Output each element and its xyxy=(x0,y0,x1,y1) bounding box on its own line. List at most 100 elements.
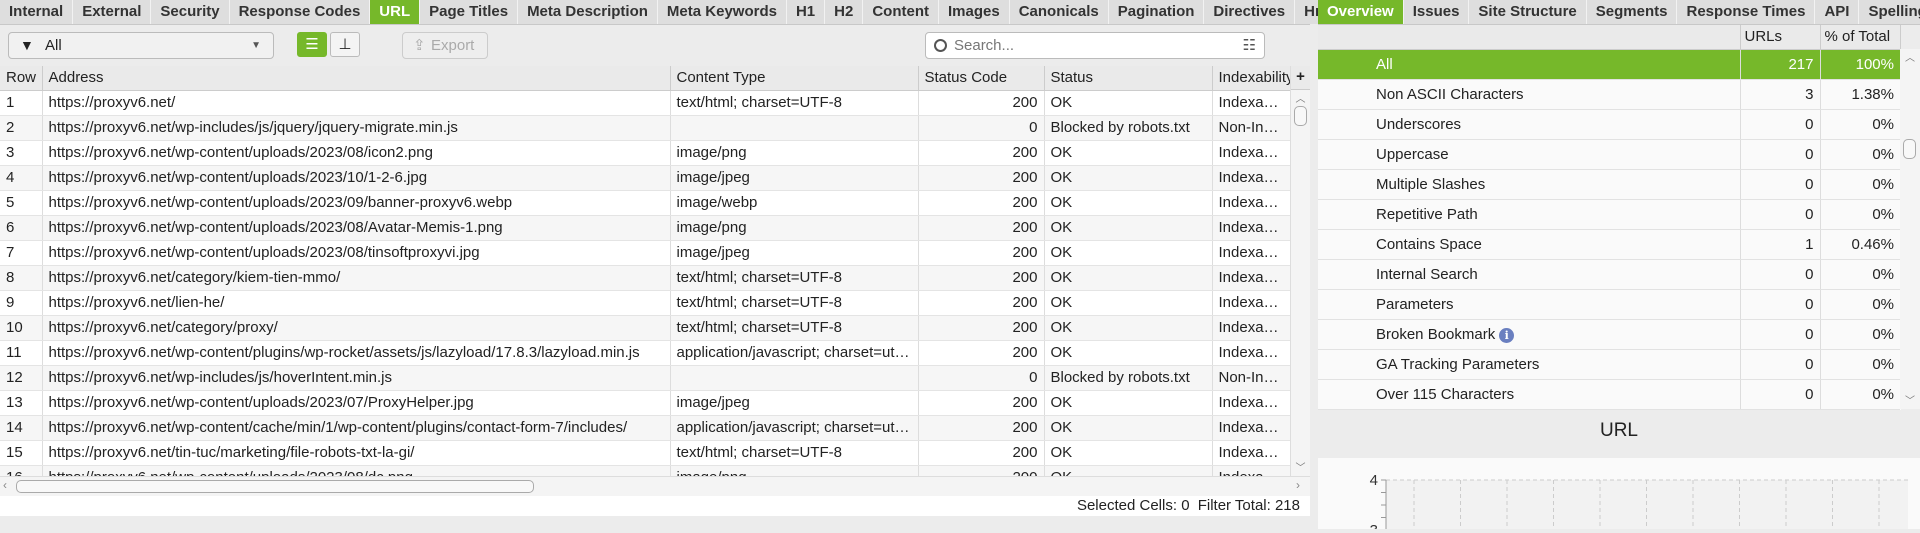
table-cell[interactable]: image/png xyxy=(670,140,919,166)
tab-spelling[interactable]: Spelling xyxy=(1859,0,1920,24)
overview-scrollbar[interactable]: ︿ ﹀ xyxy=(1900,49,1920,409)
table-cell[interactable]: 5 xyxy=(0,190,43,216)
table-cell[interactable]: https://proxyv6.net/wp-content/uploads/2… xyxy=(42,390,671,416)
scroll-thumb[interactable] xyxy=(1294,106,1307,126)
overview-row[interactable]: Parameters 0 0% xyxy=(1318,289,1900,320)
table-cell[interactable]: OK xyxy=(1044,140,1213,166)
scroll-right-icon[interactable]: › xyxy=(1296,478,1300,492)
table-row[interactable]: 1 https://proxyv6.net/text/html; charset=… xyxy=(0,90,1291,116)
overview-row[interactable]: Broken Bookmark i 0 0% xyxy=(1318,319,1900,350)
tab-meta-description[interactable]: Meta Description xyxy=(518,0,658,24)
overview-row[interactable]: Repetitive Path 0 0% xyxy=(1318,199,1900,230)
table-cell[interactable]: 200 xyxy=(918,190,1045,216)
table-cell[interactable]: 200 xyxy=(918,140,1045,166)
table-cell[interactable]: OK xyxy=(1044,415,1213,441)
table-cell[interactable]: 2 xyxy=(0,115,43,141)
column-header[interactable] xyxy=(1318,25,1741,50)
table-cell[interactable]: 6 xyxy=(0,215,43,241)
table-cell[interactable]: image/png xyxy=(670,215,919,241)
table-cell[interactable]: Non-Indexable xyxy=(1212,365,1291,391)
table-row[interactable]: 9 https://proxyv6.net/lien-he/text/html; … xyxy=(0,290,1291,316)
column-header[interactable]: Status Code xyxy=(918,66,1045,91)
tab-overview[interactable]: Overview xyxy=(1318,0,1404,24)
table-cell[interactable]: 200 xyxy=(918,290,1045,316)
table-cell[interactable]: 200 xyxy=(918,390,1045,416)
table-cell[interactable]: OK xyxy=(1044,165,1213,191)
table-row[interactable]: 2 https://proxyv6.net/wp-includes/js/jque… xyxy=(0,115,1291,141)
table-cell[interactable]: Indexable xyxy=(1212,165,1291,191)
table-cell[interactable]: Indexable xyxy=(1212,290,1291,316)
table-cell[interactable]: https://proxyv6.net/wp-content/uploads/2… xyxy=(42,240,671,266)
table-horizontal-scrollbar[interactable]: ‹ › xyxy=(0,476,1310,496)
table-cell[interactable]: Indexable xyxy=(1212,140,1291,166)
table-cell[interactable]: 4 xyxy=(0,165,43,191)
table-cell[interactable]: image/webp xyxy=(670,190,919,216)
table-cell[interactable]: 200 xyxy=(918,315,1045,341)
tree-view-button[interactable]: ⊥ xyxy=(330,32,360,57)
scroll-down-icon[interactable]: ﹀ xyxy=(1291,459,1310,474)
overview-row[interactable]: Non ASCII Characters 3 1.38% xyxy=(1318,79,1900,110)
tab-url[interactable]: URL xyxy=(370,0,421,24)
column-header[interactable]: Row xyxy=(0,66,43,91)
table-row[interactable]: 6 https://proxyv6.net/wp-content/uploads/… xyxy=(0,215,1291,241)
table-cell[interactable]: 14 xyxy=(0,415,43,441)
scroll-thumb[interactable] xyxy=(1903,139,1916,159)
tab-response-times[interactable]: Response Times xyxy=(1677,0,1816,24)
table-row[interactable]: 14 https://proxyv6.net/wp-content/cache/m… xyxy=(0,415,1291,441)
overview-row[interactable]: Underscores 0 0% xyxy=(1318,109,1900,140)
table-cell[interactable]: 200 xyxy=(918,265,1045,291)
table-row[interactable]: 3 https://proxyv6.net/wp-content/uploads/… xyxy=(0,140,1291,166)
table-cell[interactable]: 0 xyxy=(918,365,1045,391)
table-cell[interactable]: https://proxyv6.net/wp-content/uploads/2… xyxy=(42,215,671,241)
table-cell[interactable]: Indexable xyxy=(1212,240,1291,266)
table-cell[interactable]: text/html; charset=UTF-8 xyxy=(670,315,919,341)
table-cell[interactable]: https://proxyv6.net/wp-includes/js/jquer… xyxy=(42,115,671,141)
table-cell[interactable]: 13 xyxy=(0,390,43,416)
table-cell[interactable]: 3 xyxy=(0,140,43,166)
table-row[interactable]: 5 https://proxyv6.net/wp-content/uploads/… xyxy=(0,190,1291,216)
table-row[interactable]: 8 https://proxyv6.net/category/kiem-tien-… xyxy=(0,265,1291,291)
table-cell[interactable]: Indexable xyxy=(1212,265,1291,291)
table-cell[interactable]: 200 xyxy=(918,340,1045,366)
table-cell[interactable]: 200 xyxy=(918,165,1045,191)
table-cell[interactable]: image/jpeg xyxy=(670,165,919,191)
table-cell[interactable]: 8 xyxy=(0,265,43,291)
column-header[interactable]: URLs xyxy=(1740,25,1821,50)
overview-row[interactable]: Contains Space 1 0.46% xyxy=(1318,229,1900,260)
table-vertical-scrollbar[interactable]: + ︿ ﹀ xyxy=(1290,66,1310,476)
tab-h2[interactable]: H2 xyxy=(825,0,864,24)
table-cell[interactable]: Indexable xyxy=(1212,440,1291,466)
table-cell[interactable]: https://proxyv6.net/lien-he/ xyxy=(42,290,671,316)
table-cell[interactable]: 12 xyxy=(0,365,43,391)
tab-pagination[interactable]: Pagination xyxy=(1108,0,1205,24)
table-cell[interactable]: https://proxyv6.net/category/proxy/ xyxy=(42,315,671,341)
table-row[interactable]: 7 https://proxyv6.net/wp-content/uploads/… xyxy=(0,240,1291,266)
column-header[interactable]: Address xyxy=(42,66,671,91)
table-cell[interactable]: OK xyxy=(1044,390,1213,416)
table-cell[interactable]: text/html; charset=UTF-8 xyxy=(670,265,919,291)
table-cell[interactable]: https://proxyv6.net/category/kiem-tien-m… xyxy=(42,265,671,291)
overview-row[interactable]: Over 115 Characters 0 0% xyxy=(1318,379,1900,410)
tab-canonicals[interactable]: Canonicals xyxy=(1009,0,1109,24)
table-row[interactable]: 12 https://proxyv6.net/wp-includes/js/hov… xyxy=(0,365,1291,391)
table-cell[interactable]: https://proxyv6.net/tin-tuc/marketing/fi… xyxy=(42,440,671,466)
table-cell[interactable]: 200 xyxy=(918,240,1045,266)
scroll-up-icon[interactable]: ︿ xyxy=(1900,49,1920,64)
column-header[interactable]: Content Type xyxy=(670,66,919,91)
column-header[interactable]: Indexability xyxy=(1212,66,1291,91)
table-cell[interactable]: Indexable xyxy=(1212,190,1291,216)
table-cell[interactable]: https://proxyv6.net/wp-content/cache/min… xyxy=(42,415,671,441)
tab-h1[interactable]: H1 xyxy=(786,0,826,24)
tab-internal[interactable]: Internal xyxy=(0,0,74,24)
table-cell[interactable]: Indexable xyxy=(1212,390,1291,416)
table-cell[interactable]: 200 xyxy=(918,215,1045,241)
table-cell[interactable]: text/html; charset=UTF-8 xyxy=(670,90,919,116)
table-cell[interactable]: OK xyxy=(1044,315,1213,341)
search-options-icon[interactable]: ☷ xyxy=(1243,33,1256,58)
table-row[interactable]: 4 https://proxyv6.net/wp-content/uploads/… xyxy=(0,165,1291,191)
list-view-button[interactable]: ☰ xyxy=(297,32,327,57)
table-cell[interactable]: Non-Indexable xyxy=(1212,115,1291,141)
tab-segments[interactable]: Segments xyxy=(1586,0,1678,24)
table-cell[interactable]: text/html; charset=UTF-8 xyxy=(670,290,919,316)
column-header[interactable]: Status xyxy=(1044,66,1213,91)
